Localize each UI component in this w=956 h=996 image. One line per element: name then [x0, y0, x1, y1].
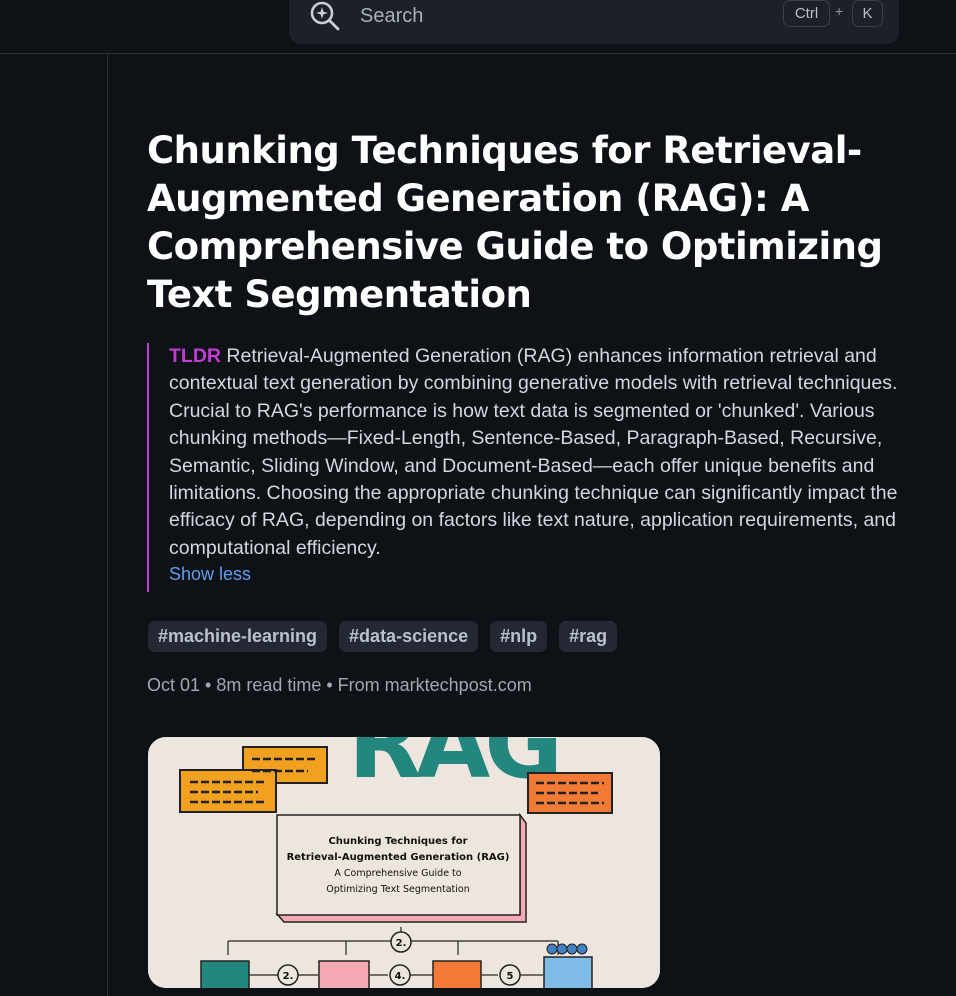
- tag-list: #machine-learning #data-science #nlp #ra…: [148, 621, 618, 652]
- step-box-1: [200, 960, 250, 988]
- tldr-paragraph: TLDR Retrieval-Augmented Generation (RAG…: [169, 343, 917, 562]
- article-meta: Oct 01 • 8m read time • From marktechpos…: [147, 675, 532, 695]
- tldr-label: TLDR: [169, 345, 221, 367]
- shortcut-ctrl-key: Ctrl: [783, 0, 830, 27]
- search-bar[interactable]: Search Ctrl + K: [289, 0, 899, 44]
- top-bar: Search Ctrl + K: [0, 0, 956, 54]
- cover-illustration: RAG Chunking Techniques for Retrieval-Au…: [148, 737, 660, 988]
- tldr-block: TLDR Retrieval-Augmented Generation (RAG…: [147, 343, 917, 592]
- show-less-link[interactable]: Show less: [169, 564, 917, 585]
- svg-text:2.: 2.: [283, 971, 294, 982]
- step-box-4: [543, 956, 593, 988]
- svg-text:Chunking Techniques for: Chunking Techniques for: [328, 836, 467, 847]
- tag-machine-learning[interactable]: #machine-learning: [148, 621, 328, 652]
- cover-image: RAG Chunking Techniques for Retrieval-Au…: [148, 737, 660, 988]
- svg-text:5: 5: [507, 971, 514, 982]
- article-title: Chunking Techniques for Retrieval-Augmen…: [147, 129, 883, 316]
- title-box: [276, 814, 521, 916]
- ai-search-icon: [310, 1, 340, 31]
- step-box-3: [432, 960, 482, 988]
- rag-logo: RAG: [348, 737, 557, 800]
- svg-text:Optimizing Text Segmentation: Optimizing Text Segmentation: [326, 884, 469, 895]
- tldr-body: Retrieval-Augmented Generation (RAG) enh…: [169, 345, 898, 559]
- shortcut-k-key: K: [852, 0, 883, 27]
- sidebar-divider: [107, 54, 108, 996]
- shortcut-plus: +: [835, 3, 844, 19]
- svg-text:4.: 4.: [395, 971, 406, 982]
- svg-text:2.: 2.: [396, 938, 407, 949]
- search-placeholder[interactable]: Search: [360, 5, 423, 28]
- step-box-2: [318, 960, 370, 988]
- svg-text:Retrieval-Augmented Generation: Retrieval-Augmented Generation (RAG): [287, 852, 510, 863]
- tag-data-science[interactable]: #data-science: [339, 621, 479, 652]
- tag-nlp[interactable]: #nlp: [490, 621, 548, 652]
- svg-text:A Comprehensive Guide to: A Comprehensive Guide to: [334, 868, 461, 879]
- tag-rag[interactable]: #rag: [559, 621, 618, 652]
